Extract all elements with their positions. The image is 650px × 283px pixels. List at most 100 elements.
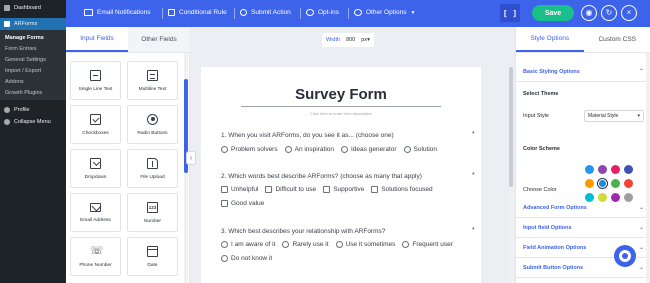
email-icon — [84, 9, 93, 16]
chevron-down-icon: ⌄ — [638, 225, 644, 231]
save-button[interactable]: Save — [532, 5, 574, 21]
other-options-dropdown[interactable]: Other Options ▼ — [354, 9, 415, 16]
submenu-addons[interactable]: Addons — [0, 76, 66, 87]
email-notifications-button[interactable]: Email Notifications — [84, 9, 150, 16]
style-panel-scrollbar[interactable] — [646, 53, 650, 283]
submenu-manage-forms[interactable]: Manage Forms — [0, 32, 66, 43]
submenu-import-export[interactable]: Import / Export — [0, 65, 66, 76]
color-swatch[interactable] — [611, 165, 620, 174]
input-field-options-header[interactable]: Input field Options ⌄ — [516, 218, 650, 238]
color-swatch[interactable] — [598, 179, 607, 188]
radio-icon — [147, 113, 158, 125]
radio-circle — [282, 241, 290, 248]
radio-option[interactable]: I am aware of it — [221, 241, 275, 248]
toolbar-divider — [348, 8, 349, 19]
tab-custom-css[interactable]: Custom CSS — [584, 27, 650, 52]
checkbox-option[interactable]: Good value — [221, 200, 264, 207]
collapse-panel-button[interactable]: ‹ — [186, 151, 196, 165]
conditional-rule-button[interactable]: Conditional Rule — [168, 9, 227, 16]
color-swatch[interactable] — [585, 179, 594, 188]
field-number[interactable]: 123 Number — [127, 193, 178, 232]
tab-style-options[interactable]: Style Options — [516, 27, 584, 52]
color-swatch[interactable] — [598, 165, 607, 174]
preview-button[interactable]: ◉ — [581, 5, 597, 21]
width-unit-select[interactable]: px▾ — [361, 37, 370, 43]
form-description[interactable]: Click here to enter form description — [201, 111, 481, 116]
toolbar-divider — [234, 8, 235, 19]
checkbox-option[interactable]: Difficult to use — [265, 186, 316, 193]
color-swatch[interactable] — [624, 179, 633, 188]
checkbox-box — [371, 186, 379, 193]
submenu-form-entries[interactable]: Form Entries — [0, 43, 66, 54]
field-checkboxes[interactable]: Checkboxes — [70, 105, 121, 144]
tab-input-fields[interactable]: Input Fields — [66, 27, 128, 52]
question-3-options-row2: Do not know it — [221, 255, 272, 262]
field-date[interactable]: Date — [127, 237, 178, 276]
checkbox-box — [221, 186, 228, 193]
wp-menu-dashboard[interactable]: Dashboard — [0, 2, 66, 14]
radio-option[interactable]: Ideas generator — [341, 146, 397, 153]
color-swatch[interactable] — [611, 179, 620, 188]
checkbox-option[interactable]: Supportive — [323, 186, 364, 193]
radio-option[interactable]: Use it sometimes — [335, 241, 395, 248]
arforms-icon — [4, 21, 10, 27]
opt-ins-button[interactable]: Opt-ins — [306, 9, 339, 16]
radio-option[interactable]: Rarely use it — [282, 241, 329, 248]
wp-menu-arforms[interactable]: ARForms — [0, 18, 66, 30]
submenu-general-settings[interactable]: General Settings — [0, 54, 66, 65]
advanced-form-options-header[interactable]: Advanced Form Options ⌄ — [516, 198, 650, 218]
field-file-upload[interactable]: File Upload — [127, 149, 178, 188]
chevron-down-icon: ▼ — [410, 9, 416, 16]
field-single-line-text[interactable]: Single Line Text — [70, 61, 121, 100]
color-swatch[interactable] — [585, 165, 594, 174]
wp-collapse-menu[interactable]: Collapse Menu — [0, 116, 66, 128]
fields-tabs: Input Fields Other Fields — [66, 27, 190, 53]
field-phone-number[interactable]: ☏ Phone Number — [70, 237, 121, 276]
radio-option[interactable]: An inspiration — [284, 146, 334, 153]
number-icon: 123 — [147, 201, 158, 213]
question-2-options-row2: Good value — [221, 200, 264, 207]
submit-action-button[interactable]: Submit Action — [240, 9, 291, 16]
close-button[interactable]: × — [621, 5, 637, 21]
radio-option[interactable]: Do not know it — [221, 255, 272, 262]
width-label: Width — [326, 37, 341, 43]
checkbox-box — [221, 200, 228, 207]
submenu-growth-plugins[interactable]: Growth Plugins — [0, 87, 66, 98]
canvas-scrollbar[interactable] — [509, 67, 513, 283]
checkbox-option[interactable]: Solutions focused — [371, 186, 433, 193]
select-theme-label: Select Theme — [523, 91, 559, 97]
field-radio-buttons[interactable]: Radio Buttons — [127, 105, 178, 144]
form-width-control: Width 800 px▾ — [322, 33, 374, 47]
embed-code-button[interactable]: [ ] — [500, 4, 520, 22]
radio-option[interactable]: Frequent user — [402, 241, 453, 248]
chevron-down-icon: ⌄ — [638, 205, 644, 211]
basic-styling-options-header[interactable]: Basic Styling Options ⌃ — [516, 62, 650, 82]
canvas-scrollbar-thumb[interactable] — [509, 67, 513, 187]
form-builder-screen: Dashboard ARForms Manage Forms Form Entr… — [0, 0, 650, 283]
input-style-select[interactable]: Material Style ▾ — [584, 110, 644, 122]
required-mark: * — [472, 131, 475, 138]
style-options-panel: Style Options Custom CSS Basic Styling O… — [515, 27, 650, 283]
builder-toolbar: Email Notifications Conditional Rule Sub… — [66, 0, 650, 27]
question-1-options: Problem solvers An inspiration Ideas gen… — [221, 146, 437, 153]
wp-menu-profile[interactable]: Profile — [0, 104, 66, 116]
fields-scrollbar[interactable] — [184, 53, 188, 283]
width-input[interactable]: 800 — [343, 37, 358, 43]
checkbox-option[interactable]: Unhelpful — [221, 186, 258, 193]
field-multiline-text[interactable]: Multiline Text — [127, 61, 178, 100]
radio-option[interactable]: Problem solvers — [221, 146, 278, 153]
help-button[interactable] — [614, 245, 636, 267]
field-dropdown[interactable]: Dropdown — [70, 149, 121, 188]
chevron-down-icon: ⌄ — [638, 265, 644, 271]
toolbar-divider — [300, 8, 301, 19]
tab-other-fields[interactable]: Other Fields — [128, 27, 190, 52]
field-email-address[interactable]: Email Address — [70, 193, 121, 232]
reset-button[interactable]: ↻ — [601, 5, 617, 21]
collapse-icon — [4, 119, 10, 125]
radio-option[interactable]: Solution — [403, 146, 437, 153]
radio-circle — [221, 146, 228, 153]
arforms-submenu: Manage Forms Form Entries General Settin… — [0, 30, 66, 100]
profile-icon — [4, 107, 10, 113]
form-title[interactable]: Survey Form — [201, 86, 481, 103]
color-swatch[interactable] — [624, 165, 633, 174]
